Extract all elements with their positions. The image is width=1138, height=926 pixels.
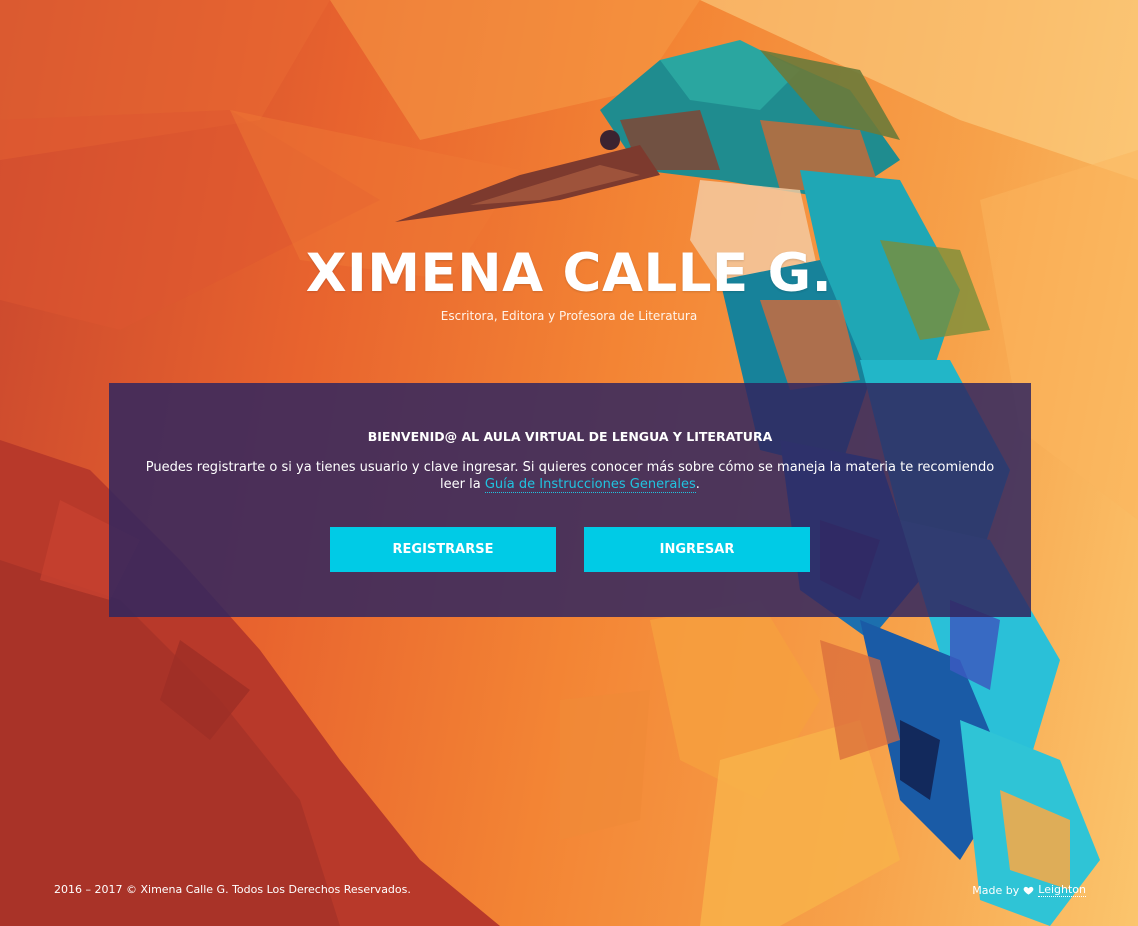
author-link[interactable]: Leighton xyxy=(1038,883,1086,897)
made-by-label: Made by xyxy=(972,883,1020,897)
welcome-heading: BIENVENID@ AL AULA VIRTUAL DE LENGUA Y L… xyxy=(367,429,773,444)
guide-link[interactable]: Guía de Instrucciones Generales xyxy=(484,477,696,493)
welcome-text: Puedes registrarte o si ya tienes usuari… xyxy=(139,459,1001,493)
heart-icon xyxy=(1023,885,1034,896)
made-by: Made by Leighton xyxy=(972,883,1086,897)
site-title: XIMENA CALLE G. xyxy=(305,243,833,304)
welcome-after-link: . xyxy=(695,477,700,492)
copyright-text: 2016 – 2017 © Ximena Calle G. Todos Los … xyxy=(54,883,411,896)
footer: 2016 – 2017 © Ximena Calle G. Todos Los … xyxy=(54,883,1086,901)
welcome-panel: BIENVENID@ AL AULA VIRTUAL DE LENGUA Y L… xyxy=(109,383,1031,617)
landing-page: XIMENA CALLE G. Escritora, Editora y Pro… xyxy=(0,0,1138,926)
login-button[interactable]: INGRESAR xyxy=(584,527,810,572)
site-subtitle: Escritora, Editora y Profesora de Litera… xyxy=(440,309,698,323)
register-button[interactable]: REGISTRARSE xyxy=(330,527,556,572)
